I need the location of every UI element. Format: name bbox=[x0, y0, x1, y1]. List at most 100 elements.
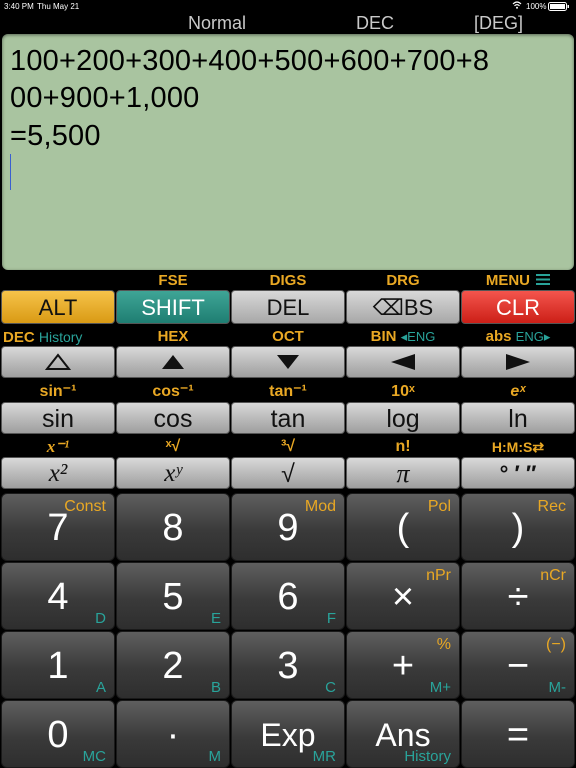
divide-button[interactable]: ÷ nCr bbox=[461, 562, 575, 630]
label-ten-power-x: 10ˣ bbox=[391, 383, 415, 400]
six-alt-label: F bbox=[326, 610, 336, 627]
status-battery-text: 100% bbox=[526, 2, 547, 11]
up-outline-button[interactable] bbox=[1, 346, 115, 378]
plus-button[interactable]: +% M+ bbox=[346, 631, 460, 699]
two-alt-label: B bbox=[210, 679, 221, 696]
label-atan: tan⁻¹ bbox=[269, 383, 307, 400]
label-fse: FSE bbox=[158, 272, 188, 289]
multiply-button[interactable]: × nPr bbox=[346, 562, 460, 630]
label-factorial: n! bbox=[395, 438, 411, 455]
nine-button[interactable]: 9 Mod bbox=[231, 493, 345, 561]
down-arrow-button[interactable] bbox=[231, 346, 345, 378]
sqrt-button[interactable]: √ bbox=[231, 457, 345, 489]
multiply-shift-label: nPr bbox=[426, 567, 451, 584]
label-acos: cos⁻¹ bbox=[152, 383, 194, 400]
result-line: =5,500 bbox=[10, 120, 101, 152]
five-alt-label: E bbox=[210, 610, 221, 627]
minus-button[interactable]: − (−) M- bbox=[461, 631, 575, 699]
label-e-power-x: eˣ bbox=[510, 383, 526, 400]
close-paren-shift-label: Rec bbox=[537, 498, 566, 515]
battery-icon bbox=[548, 2, 570, 13]
label-eng-right: ENG▸ bbox=[515, 329, 551, 344]
plus-shift-label: % bbox=[436, 636, 451, 653]
angle-indicator: [DEG] bbox=[474, 13, 524, 33]
alt-button[interactable]: ALT bbox=[1, 290, 115, 324]
exp-button[interactable]: Exp MR bbox=[231, 700, 345, 768]
eight-label: 8 bbox=[162, 507, 184, 549]
mode-indicator: Normal bbox=[188, 13, 247, 33]
seven-shift-label: Const bbox=[64, 498, 106, 515]
display-screen[interactable]: 100+200+300+400+500+600+700+8 00+900+1,0… bbox=[2, 34, 574, 270]
divide-shift-label: nCr bbox=[540, 567, 566, 584]
eight-button[interactable]: 8 bbox=[116, 493, 230, 561]
open-paren-button[interactable]: (Pol bbox=[346, 493, 460, 561]
tan-button[interactable]: tan bbox=[231, 402, 345, 434]
label-bin: BIN bbox=[370, 328, 397, 345]
exp-alt-label: MR bbox=[312, 748, 336, 765]
text-cursor bbox=[10, 154, 11, 190]
clear-button[interactable]: CLR bbox=[461, 290, 575, 324]
up-arrow-button[interactable] bbox=[116, 346, 230, 378]
label-hex: HEX bbox=[157, 328, 189, 345]
sin-button[interactable]: sin bbox=[1, 402, 115, 434]
expression-line-1: 100+200+300+400+500+600+700+8 bbox=[10, 45, 490, 77]
label-dec-history: DEC History bbox=[1, 329, 115, 346]
base-indicator: DEC bbox=[356, 13, 395, 33]
three-button[interactable]: 3C bbox=[231, 631, 345, 699]
label-dec: DEC bbox=[3, 329, 35, 346]
nine-shift-label: Mod bbox=[304, 498, 336, 515]
left-arrow-button[interactable] bbox=[346, 346, 460, 378]
minus-shift-label: (−) bbox=[546, 636, 566, 653]
log-button[interactable]: log bbox=[346, 402, 460, 434]
square-button[interactable]: x² bbox=[1, 457, 115, 489]
expression-line-2: 00+900+1,000 bbox=[10, 82, 200, 114]
delete-button[interactable]: DEL bbox=[231, 290, 345, 324]
label-history: History bbox=[38, 329, 83, 345]
cos-button[interactable]: cos bbox=[116, 402, 230, 434]
equals-label: = bbox=[506, 714, 530, 756]
wifi-icon bbox=[512, 0, 522, 12]
four-alt-label: D bbox=[95, 610, 106, 627]
label-bin-eng: BIN ◂ENG bbox=[346, 329, 460, 345]
label-hms: H:M:S⇄ bbox=[491, 439, 545, 455]
four-button[interactable]: 4D bbox=[1, 562, 115, 630]
decimal-point-alt-label: M bbox=[208, 748, 222, 765]
label-asin: sin⁻¹ bbox=[39, 383, 77, 400]
shift-button[interactable]: SHIFT bbox=[116, 290, 230, 324]
status-date: Thu May 21 bbox=[37, 2, 80, 11]
label-menu: MENU bbox=[461, 273, 575, 289]
decimal-point-button[interactable]: · M bbox=[116, 700, 230, 768]
backspace-button[interactable]: ⌫BS bbox=[346, 290, 460, 324]
label-cube-root: ³√ bbox=[280, 438, 296, 455]
zero-alt-label: MC bbox=[82, 748, 106, 765]
two-button[interactable]: 2B bbox=[116, 631, 230, 699]
ln-button[interactable]: ln bbox=[461, 402, 575, 434]
plus-alt-label: M+ bbox=[429, 679, 451, 696]
seven-button[interactable]: 7 Const bbox=[1, 493, 115, 561]
right-arrow-button[interactable] bbox=[461, 346, 575, 378]
ans-alt-label: History bbox=[404, 748, 451, 765]
dms-button[interactable]: ° ′ ″ bbox=[461, 457, 575, 489]
close-paren-button[interactable]: ) Rec bbox=[461, 493, 575, 561]
label-oct: OCT bbox=[272, 328, 304, 345]
power-button[interactable]: xʸ bbox=[116, 457, 230, 489]
label-abs-eng: abs ENG▸ bbox=[461, 329, 575, 345]
menu-icon bbox=[536, 273, 551, 289]
open-paren-shift-label: Pol bbox=[427, 498, 451, 515]
minus-alt-label: M- bbox=[548, 679, 567, 696]
status-time: 3:40 PM bbox=[4, 2, 34, 11]
zero-button[interactable]: 0 MC bbox=[1, 700, 115, 768]
label-x-root: ˣ√ bbox=[165, 438, 181, 455]
one-button[interactable]: 1A bbox=[1, 631, 115, 699]
label-menu-text: MENU bbox=[485, 272, 530, 289]
label-reciprocal: x⁻¹ bbox=[46, 437, 70, 456]
status-bar: 3:40 PM Thu May 21 100% bbox=[0, 0, 576, 12]
label-eng-left: ◂ENG bbox=[400, 329, 436, 344]
equals-button[interactable]: = bbox=[461, 700, 575, 768]
five-button[interactable]: 5E bbox=[116, 562, 230, 630]
six-button[interactable]: 6F bbox=[231, 562, 345, 630]
one-alt-label: A bbox=[95, 679, 106, 696]
ans-button[interactable]: Ans History bbox=[346, 700, 460, 768]
pi-button[interactable]: π bbox=[346, 457, 460, 489]
label-digs: DIGS bbox=[269, 272, 307, 289]
